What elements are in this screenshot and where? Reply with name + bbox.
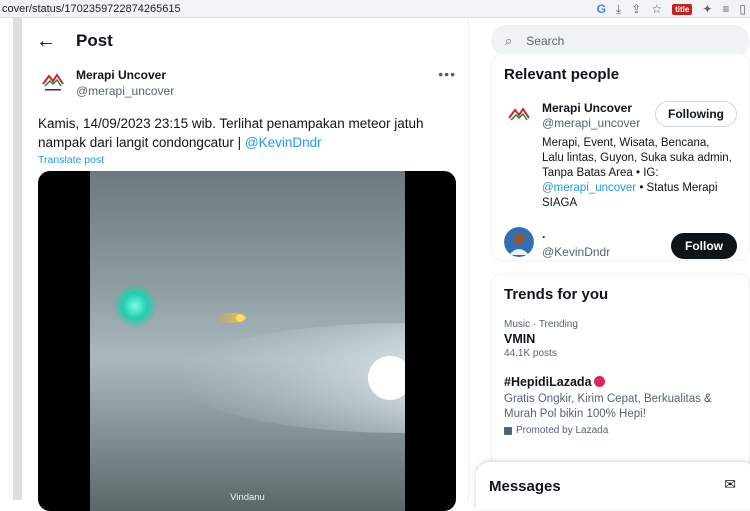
translate-post-link[interactable]: Translate post (22, 152, 468, 166)
person-bio: Merapi, Event, Wisata, Bencana, Lalu lin… (542, 136, 732, 211)
search-input[interactable] (526, 34, 707, 48)
page-title: Post (76, 31, 113, 50)
scrollbar[interactable] (13, 18, 22, 500)
avatar[interactable] (504, 227, 534, 257)
tweet-body: Kamis, 14/09/2023 23:15 wib. Terlihat pe… (38, 116, 424, 150)
promoted-text: Promoted by Lazada (516, 425, 609, 436)
person-merapi-uncover[interactable]: Merapi Uncover @merapi_uncover Merapi, E… (492, 101, 749, 211)
trends-card: Trends for you Music · Trending VMIN 44.… (491, 273, 750, 473)
download-icon[interactable]: ⤓ (616, 2, 621, 17)
trends-title: Trends for you (504, 286, 609, 303)
trend-description: Gratis Ongkir, Kirim Cepat, Berkualitas … (504, 393, 712, 420)
relevant-people-card: Relevant people Merapi Uncover @merapi_u… (491, 53, 750, 261)
post-header: ← Post (22, 18, 468, 64)
bio-link[interactable]: @merapi_uncover (542, 182, 636, 194)
bookmark-star-icon[interactable]: ☆ (651, 2, 662, 16)
tweet-video[interactable]: Vindanu (38, 171, 456, 511)
bio-text: Merapi, Event, Wisata, Bencana, Lalu lin… (542, 137, 732, 179)
main-column: ← Post Merapi Uncover @merapi_uncover ••… (22, 18, 469, 511)
trend-item-hepidilazada[interactable]: #HepidiLazada Gratis Ongkir, Kirim Cepat… (492, 375, 749, 436)
extension-badge-icon[interactable]: title (672, 3, 693, 15)
browser-toolbar: G ⤓ ⇪ ☆ title ✦ ≡ ▯ (597, 0, 746, 18)
avatar[interactable] (504, 101, 534, 131)
trend-name[interactable]: #HepidiLazada (504, 375, 737, 389)
author-handle[interactable]: @merapi_uncover (76, 84, 174, 98)
media-control-icon[interactable]: ≡ (722, 2, 729, 16)
url-text[interactable]: cover/status/1702359722874265615 (0, 3, 181, 15)
messages-drawer[interactable]: Messages ✉ (476, 462, 750, 510)
trend-item-vmin[interactable]: Music · Trending VMIN 44.1K posts (492, 319, 749, 359)
promoted-icon (504, 426, 512, 435)
extensions-puzzle-icon[interactable]: ✦ (702, 2, 712, 16)
promoted-label: Promoted by Lazada (504, 425, 737, 436)
trend-hashtag[interactable]: #HepidiLazada (504, 375, 592, 389)
video-frame[interactable]: Vindanu (90, 171, 405, 511)
share-icon[interactable]: ⇪ (631, 2, 641, 16)
person-kevindndr[interactable]: . @KevinDndr Follow (492, 227, 749, 259)
trend-name[interactable]: VMIN (504, 332, 737, 346)
search-icon: ⌕ (505, 33, 513, 48)
meteor-scene-image (113, 284, 405, 433)
trend-count: 44.1K posts (504, 348, 557, 359)
author-name[interactable]: Merapi Uncover (76, 68, 174, 82)
trend-meta: Music · Trending (504, 319, 578, 330)
right-sidebar: ⌕ Relevant people Merapi Uncover @merapi… (470, 18, 750, 500)
following-button[interactable]: Following (655, 101, 737, 127)
tweet-author: Merapi Uncover @merapi_uncover ••• (22, 64, 468, 114)
relevant-people-title: Relevant people (504, 66, 620, 83)
merapi-uncover-logo[interactable] (38, 67, 68, 97)
sidebar-panel-icon[interactable]: ▯ (739, 2, 746, 16)
video-watermark: Vindanu (230, 492, 265, 503)
compose-message-icon[interactable]: ✉ (724, 476, 736, 493)
messages-label[interactable]: Messages (489, 478, 561, 495)
browser-address-bar[interactable]: cover/status/1702359722874265615 G ⤓ ⇪ ☆… (0, 0, 750, 18)
tweet-text: Kamis, 14/09/2023 23:15 wib. Terlihat pe… (22, 114, 468, 152)
mention-link[interactable]: @KevinDndr (245, 135, 322, 150)
back-arrow-icon[interactable]: ← (36, 30, 76, 53)
google-icon[interactable]: G (597, 2, 606, 16)
follow-button[interactable]: Follow (671, 233, 737, 259)
more-options-icon[interactable]: ••• (438, 66, 456, 82)
heart-emoji-icon (593, 376, 605, 387)
